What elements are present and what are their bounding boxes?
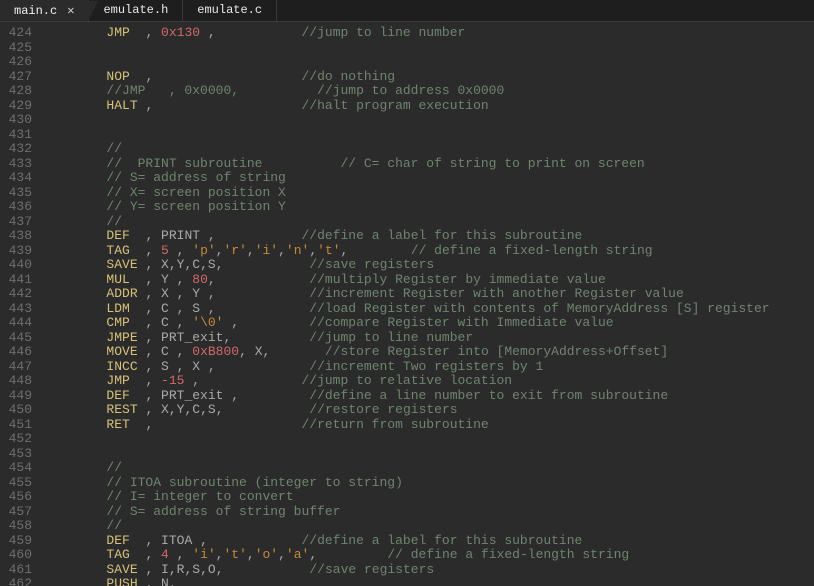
tab-main-c[interactable]: main.c ✕ xyxy=(0,0,89,21)
code-line: // xyxy=(44,461,770,476)
line-number: 425 xyxy=(0,41,32,56)
tab-emulate-c[interactable]: emulate.c xyxy=(183,0,277,21)
line-number: 444 xyxy=(0,316,32,331)
code-line: DEF , PRT_exit , //define a line number … xyxy=(44,389,770,404)
line-number: 460 xyxy=(0,548,32,563)
code-line xyxy=(44,113,770,128)
line-number: 440 xyxy=(0,258,32,273)
code-line xyxy=(44,447,770,462)
code-line: SAVE , X,Y,C,S, //save registers xyxy=(44,258,770,273)
line-number: 455 xyxy=(0,476,32,491)
line-number: 429 xyxy=(0,99,32,114)
line-number: 427 xyxy=(0,70,32,85)
line-number: 424 xyxy=(0,26,32,41)
line-number: 441 xyxy=(0,273,32,288)
line-number: 448 xyxy=(0,374,32,389)
code-line: JMPE , PRT_exit, //jump to line number xyxy=(44,331,770,346)
line-number: 439 xyxy=(0,244,32,259)
code-line: DEF , PRINT , //define a label for this … xyxy=(44,229,770,244)
line-number: 442 xyxy=(0,287,32,302)
code-line: NOP , //do nothing xyxy=(44,70,770,85)
line-number: 437 xyxy=(0,215,32,230)
code-line: CMP , C , '\0' , //compare Register with… xyxy=(44,316,770,331)
line-number: 435 xyxy=(0,186,32,201)
code-line: // S= address of string xyxy=(44,171,770,186)
line-number: 438 xyxy=(0,229,32,244)
line-number: 431 xyxy=(0,128,32,143)
code-line: //JMP , 0x0000, //jump to address 0x0000 xyxy=(44,84,770,99)
line-number: 436 xyxy=(0,200,32,215)
line-number: 457 xyxy=(0,505,32,520)
code-line: // S= address of string buffer xyxy=(44,505,770,520)
code-line: TAG , 4 , 'i','t','o','a', // define a f… xyxy=(44,548,770,563)
line-number: 445 xyxy=(0,331,32,346)
code-line: SAVE , I,R,S,O, //save registers xyxy=(44,563,770,578)
code-line: ADDR , X , Y , //increment Register with… xyxy=(44,287,770,302)
line-number: 430 xyxy=(0,113,32,128)
code-line: // xyxy=(44,142,770,157)
line-number: 454 xyxy=(0,461,32,476)
code-line: DEF , ITOA , //define a label for this s… xyxy=(44,534,770,549)
line-number: 456 xyxy=(0,490,32,505)
line-number: 453 xyxy=(0,447,32,462)
line-number: 449 xyxy=(0,389,32,404)
line-number: 432 xyxy=(0,142,32,157)
code-line xyxy=(44,432,770,447)
line-number: 446 xyxy=(0,345,32,360)
code-line: MOVE , C , 0xB800, X, //store Register i… xyxy=(44,345,770,360)
line-number: 426 xyxy=(0,55,32,70)
code-line: // Y= screen position Y xyxy=(44,200,770,215)
tab-bar: main.c ✕ emulate.h emulate.c xyxy=(0,0,814,22)
code-line xyxy=(44,128,770,143)
code-line: // X= screen position X xyxy=(44,186,770,201)
line-number: 452 xyxy=(0,432,32,447)
code-line: INCC , S , X , //increment Two registers… xyxy=(44,360,770,375)
code-line: MUL , Y , 80, //multiply Register by imm… xyxy=(44,273,770,288)
tab-label: emulate.h xyxy=(103,3,168,18)
code-line xyxy=(44,41,770,56)
line-number: 443 xyxy=(0,302,32,317)
line-number: 433 xyxy=(0,157,32,172)
line-number: 462 xyxy=(0,577,32,586)
line-number: 447 xyxy=(0,360,32,375)
line-number: 428 xyxy=(0,84,32,99)
code-line: // I= integer to convert xyxy=(44,490,770,505)
code-area[interactable]: JMP , 0x130 , //jump to line number NOP … xyxy=(38,22,770,586)
code-line xyxy=(44,55,770,70)
code-line: // xyxy=(44,519,770,534)
code-line: JMP , -15 , //jump to relative location xyxy=(44,374,770,389)
line-number-gutter: 4244254264274284294304314324334344354364… xyxy=(0,22,38,586)
tab-label: emulate.c xyxy=(197,3,262,18)
line-number: 461 xyxy=(0,563,32,578)
code-line: // ITOA subroutine (integer to string) xyxy=(44,476,770,491)
line-number: 458 xyxy=(0,519,32,534)
code-line: HALT , //halt program execution xyxy=(44,99,770,114)
code-line: RET , //return from subroutine xyxy=(44,418,770,433)
close-icon[interactable]: ✕ xyxy=(67,4,74,19)
line-number: 450 xyxy=(0,403,32,418)
line-number: 451 xyxy=(0,418,32,433)
code-line: LDM , C , S , //load Register with conte… xyxy=(44,302,770,317)
line-number: 459 xyxy=(0,534,32,549)
code-line: REST , X,Y,C,S, //restore registers xyxy=(44,403,770,418)
tab-label: main.c xyxy=(14,4,57,19)
editor: 4244254264274284294304314324334344354364… xyxy=(0,22,814,586)
code-line: // PRINT subroutine // C= char of string… xyxy=(44,157,770,172)
code-line: JMP , 0x130 , //jump to line number xyxy=(44,26,770,41)
line-number: 434 xyxy=(0,171,32,186)
code-line: // xyxy=(44,215,770,230)
tab-emulate-h[interactable]: emulate.h xyxy=(89,0,183,21)
code-line: PUSH , N, xyxy=(44,577,770,586)
code-line: TAG , 5 , 'p','r','i','n','t', // define… xyxy=(44,244,770,259)
